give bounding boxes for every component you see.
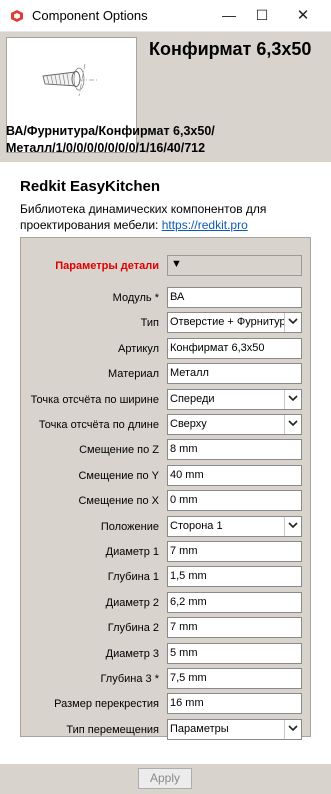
component-path: ВА/Фурнитура/Конфирмат 6,3х50/Металл/1/0…	[6, 124, 215, 155]
field-label: Диаметр 2	[105, 597, 159, 609]
field-select[interactable]: Параметры	[167, 719, 302, 740]
field-select[interactable]: Сторона 1	[167, 516, 302, 537]
field-input[interactable]: 7 mm	[167, 617, 302, 638]
field-label: Смещение по Z	[79, 444, 159, 456]
library-description: Библиотека динамических компонентов для …	[20, 201, 320, 233]
field-value: Спереди	[170, 393, 215, 405]
sketchup-icon	[11, 10, 23, 22]
chevron-down-icon[interactable]	[284, 313, 301, 332]
field-input[interactable]: 7 mm	[167, 541, 302, 562]
section-title: Параметры детали	[55, 260, 159, 272]
field-label: Размер перекрестия	[54, 698, 159, 710]
field-select[interactable]: Отверстие + Фурнитура	[167, 312, 302, 333]
field-value: Отверстие + Фурнитура	[170, 316, 292, 328]
field-input[interactable]: 5 mm	[167, 643, 302, 664]
field-label: Диаметр 3	[105, 648, 159, 660]
field-value: Конфирмат 6,3х50	[170, 342, 265, 354]
chevron-down-icon[interactable]	[284, 517, 301, 536]
component-header: Конфирмат 6,3х50 ВА/Фурнитура/Конфирмат …	[0, 32, 331, 162]
field-input[interactable]: Конфирмат 6,3х50	[167, 338, 302, 359]
triangle-down-icon: ▼	[171, 258, 182, 270]
field-select[interactable]: Сверху	[167, 414, 302, 435]
field-value: 16 mm	[170, 697, 204, 709]
chevron-down-icon[interactable]	[284, 720, 301, 739]
library-title: Redkit EasyKitchen	[20, 178, 161, 195]
field-input[interactable]: 0 mm	[167, 490, 302, 511]
field-input[interactable]: 8 mm	[167, 439, 302, 460]
library-link[interactable]: https://redkit.pro	[162, 218, 248, 232]
field-select[interactable]: Спереди	[167, 389, 302, 410]
title-bar: Component Options — ☐ ✕	[0, 0, 331, 32]
field-value: Сторона 1	[170, 520, 223, 532]
field-input[interactable]: 1,5 mm	[167, 566, 302, 587]
field-label: Точка отсчёта по длине	[38, 419, 159, 431]
maximize-button[interactable]: ☐	[245, 0, 279, 32]
field-value: 7,5 mm	[170, 672, 207, 684]
window-title: Component Options	[32, 8, 148, 23]
field-value: 8 mm	[170, 443, 198, 455]
field-value: 1,5 mm	[170, 570, 207, 582]
minimize-button[interactable]: —	[212, 0, 246, 32]
field-value: 40 mm	[170, 469, 204, 481]
field-label: Смещение по X	[78, 495, 159, 507]
field-label: Глубина 3 *	[100, 673, 159, 685]
field-label: Артикул	[117, 343, 159, 355]
field-label: Материал	[108, 368, 159, 380]
chevron-down-icon[interactable]	[284, 415, 301, 434]
field-input[interactable]: Металл	[167, 363, 302, 384]
field-value: ВА	[170, 291, 185, 303]
field-label: Глубина 1	[107, 571, 159, 583]
field-value: Параметры	[170, 723, 229, 735]
field-label: Смещение по Y	[78, 470, 159, 482]
close-button[interactable]: ✕	[286, 0, 320, 32]
field-input[interactable]: 7,5 mm	[167, 668, 302, 689]
footer-bar: Apply	[0, 764, 331, 794]
section-toggle[interactable]: ▼	[167, 255, 302, 276]
field-input[interactable]: 40 mm	[167, 465, 302, 486]
field-label: Диаметр 1	[105, 546, 159, 558]
field-input[interactable]: 16 mm	[167, 693, 302, 714]
field-value: Сверху	[170, 418, 207, 430]
field-input[interactable]: 6,2 mm	[167, 592, 302, 613]
field-value: 7 mm	[170, 545, 198, 557]
field-label: Глубина 2	[107, 622, 159, 634]
field-value: 0 mm	[170, 494, 198, 506]
field-label: Тип перемещения	[66, 724, 159, 736]
field-label: Модуль *	[112, 292, 159, 304]
field-value: Металл	[170, 367, 209, 379]
field-value: 6,2 mm	[170, 596, 207, 608]
apply-button[interactable]: Apply	[138, 768, 192, 789]
chevron-down-icon[interactable]	[284, 390, 301, 409]
field-label: Тип	[140, 317, 159, 329]
field-value: 7 mm	[170, 621, 198, 633]
field-value: 5 mm	[170, 647, 198, 659]
field-input[interactable]: ВА	[167, 287, 302, 308]
component-name: Конфирмат 6,3х50	[149, 39, 312, 59]
field-label: Точка отсчёта по ширине	[30, 394, 159, 406]
field-label: Положение	[100, 521, 159, 533]
